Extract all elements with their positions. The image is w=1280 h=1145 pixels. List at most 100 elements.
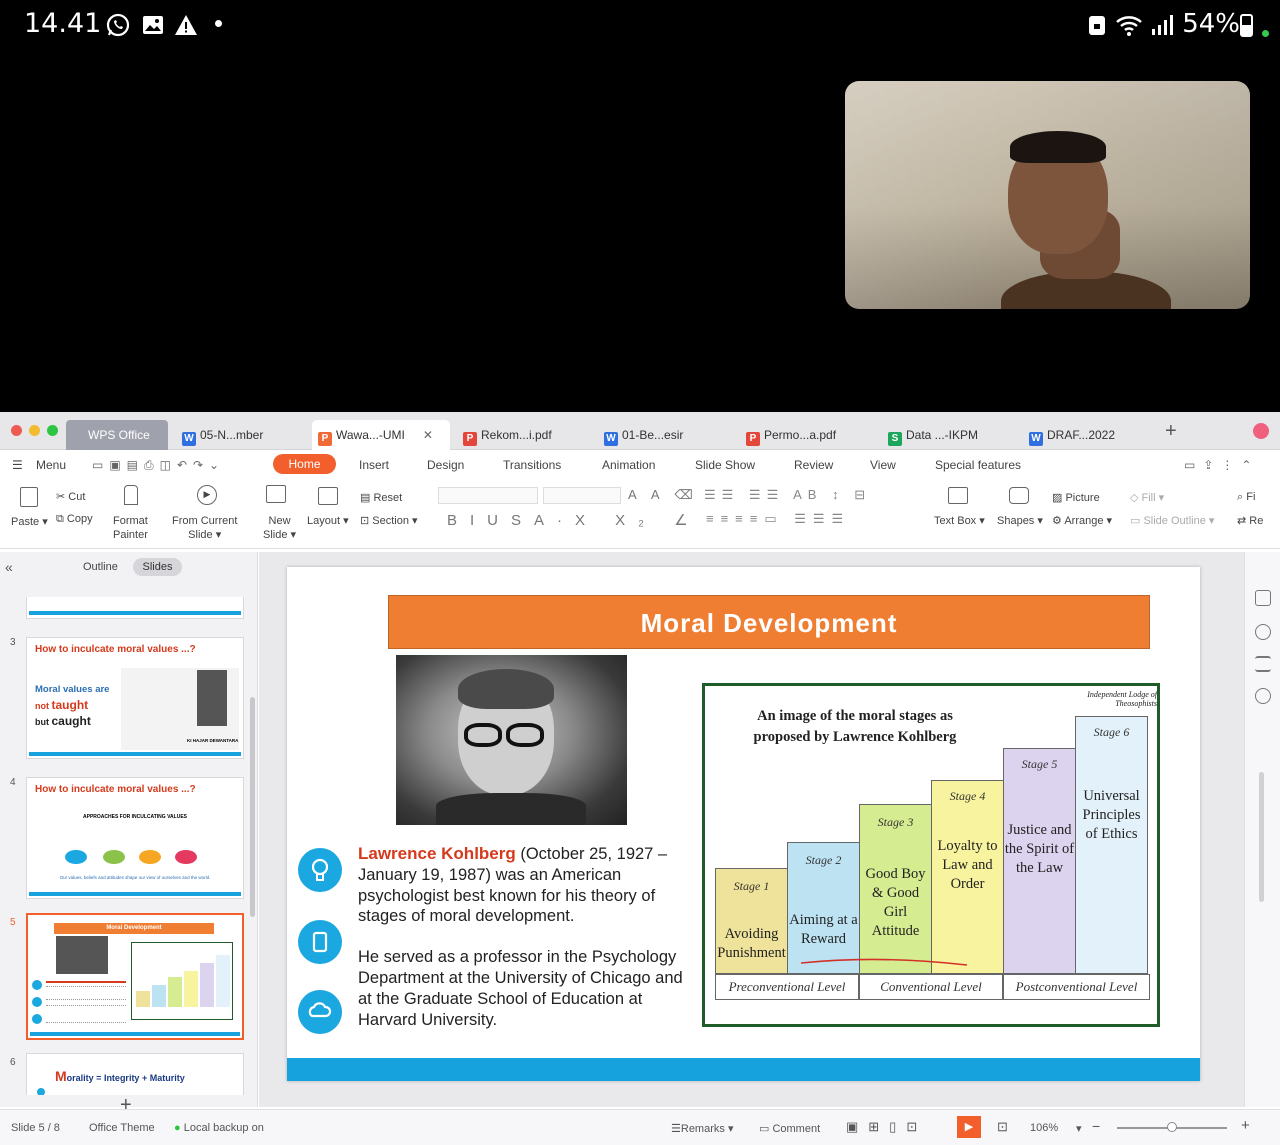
- signal-icon: [1152, 15, 1173, 35]
- diagram-caption-2: proposed by Lawrence Kohlberg: [753, 729, 957, 745]
- history-icon[interactable]: [1255, 688, 1271, 704]
- tab-slides[interactable]: Slides: [133, 558, 182, 576]
- tab-special-features[interactable]: Special features: [935, 458, 1021, 472]
- slide-5[interactable]: Moral Development Lawrence Kohlberg (Oct…: [287, 567, 1200, 1081]
- layout-button[interactable]: Layout ▾: [307, 514, 349, 527]
- section-button[interactable]: ⊡ Section ▾: [360, 514, 418, 527]
- zoom-in-icon[interactable]: +: [1241, 1117, 1250, 1134]
- tab-doc-2[interactable]: W 01-Be...esir: [598, 420, 683, 450]
- shapes-button[interactable]: Shapes ▾: [997, 514, 1043, 527]
- format-painter-button[interactable]: Format Painter: [113, 514, 148, 542]
- settings-sliders-icon[interactable]: [1255, 656, 1271, 672]
- paste-icon[interactable]: [20, 487, 38, 507]
- menu-button[interactable]: Menu: [36, 458, 66, 472]
- list-indent-icons[interactable]: ☰☰ ☰☰ AB ↕ ⊟: [704, 487, 871, 503]
- zoom-out-icon[interactable]: −: [1092, 1118, 1100, 1134]
- replace-button[interactable]: ⇄ Re: [1237, 514, 1263, 527]
- animation-icon[interactable]: [1255, 624, 1271, 640]
- tab-insert[interactable]: Insert: [359, 458, 389, 472]
- zoom-dropdown-icon[interactable]: ▾: [1076, 1122, 1082, 1135]
- copy-button[interactable]: ⧉ Copy: [56, 513, 93, 526]
- font-size-grow-shrink-icons[interactable]: A A ⌫: [628, 487, 699, 503]
- home-ribbon: Paste ▾ ✂ Cut ⧉ Copy Format Painter ▶ Fro…: [0, 479, 1280, 549]
- annotation-underline: [799, 957, 971, 971]
- thumb-title: Moral Development: [54, 923, 214, 934]
- from-current-slide-button[interactable]: From Current Slide ▾: [172, 514, 237, 542]
- tab-pdf-2[interactable]: P Permo...a.pdf: [740, 420, 836, 450]
- zoom-level[interactable]: 106%: [1030, 1122, 1058, 1134]
- text-box-icon[interactable]: [948, 487, 968, 504]
- comment-button[interactable]: ▭ Comment: [759, 1122, 820, 1135]
- thumb-text: but caught: [35, 714, 91, 728]
- thumb-circle: [103, 850, 125, 864]
- remarks-button[interactable]: ☰Remarks ▾: [671, 1122, 733, 1135]
- tab-slide-show[interactable]: Slide Show: [695, 458, 755, 472]
- fill-button[interactable]: ◇ Fill ▾: [1130, 491, 1164, 504]
- font-size-select[interactable]: [543, 487, 621, 504]
- collapse-panel-icon[interactable]: «: [5, 559, 13, 575]
- window-close-dot[interactable]: [11, 425, 22, 436]
- tab-doc-1[interactable]: W 05-N...mber: [176, 420, 263, 450]
- tab-review[interactable]: Review: [794, 458, 833, 472]
- reset-button[interactable]: ▤ Reset: [360, 491, 402, 504]
- tab-wps-office[interactable]: WPS Office: [66, 420, 168, 450]
- tab-pdf-1[interactable]: P Rekom...i.pdf: [457, 420, 552, 450]
- window-controls-icons[interactable]: ▭⇪⋮⌃: [1184, 458, 1259, 472]
- text-box-button[interactable]: Text Box ▾: [934, 514, 985, 527]
- paste-button[interactable]: Paste ▾: [11, 515, 48, 528]
- tab-presentation-active[interactable]: P Wawa...-UMI ✕: [312, 420, 450, 450]
- thumb-title: Morality = Integrity + Maturity: [55, 1068, 185, 1084]
- cut-button[interactable]: ✂ Cut: [56, 490, 85, 503]
- paragraph-align-icons[interactable]: ≡≡≡≡▭ ☰☰☰: [706, 511, 850, 527]
- shapes-icon[interactable]: [1009, 487, 1029, 504]
- vertical-scrollbar[interactable]: [1259, 772, 1264, 902]
- window-zoom-dot[interactable]: [47, 425, 58, 436]
- quick-access-icons[interactable]: ▭▣▤⎙◫↶↷⌄: [92, 458, 225, 473]
- tab-sheet-1[interactable]: S Data ...-IKPM: [882, 420, 978, 450]
- user-avatar[interactable]: [1253, 423, 1269, 439]
- stage-description: Universal Principles of Ethics: [1082, 788, 1141, 842]
- window-minimize-dot[interactable]: [29, 425, 40, 436]
- format-painter-icon[interactable]: [124, 485, 138, 505]
- layout-icon[interactable]: [318, 487, 338, 505]
- zoom-slider-thumb[interactable]: [1167, 1122, 1177, 1132]
- stage-description: Loyalty to Law and Order: [937, 838, 998, 892]
- tab-doc-3[interactable]: W DRAF...2022: [1023, 420, 1115, 450]
- picture-button[interactable]: ▨ Picture: [1052, 491, 1100, 504]
- tab-transitions[interactable]: Transitions: [503, 458, 561, 472]
- tab-animation[interactable]: Animation: [602, 458, 655, 472]
- thumb-circle: [139, 850, 161, 864]
- slide-thumb-3[interactable]: How to inculcate moral values ...? Moral…: [26, 637, 244, 759]
- slide-design-icon[interactable]: [1255, 590, 1271, 606]
- tab-view[interactable]: View: [870, 458, 896, 472]
- video-call-feed[interactable]: [845, 81, 1250, 309]
- slide-thumb-5-selected[interactable]: Moral Development: [26, 913, 244, 1040]
- find-button[interactable]: ⌕ Fi: [1237, 491, 1255, 504]
- play-slideshow-button[interactable]: ▶: [957, 1116, 981, 1138]
- view-mode-icons[interactable]: ▣⊞▯⊡: [846, 1119, 927, 1135]
- stage-description: Avoiding Punishment: [717, 926, 786, 961]
- tab-outline[interactable]: Outline: [83, 561, 118, 573]
- thumb-image: KI HAJAR DEWANTARA: [121, 668, 239, 750]
- close-tab-icon[interactable]: ✕: [423, 428, 433, 442]
- slide-thumb-4[interactable]: How to inculcate moral values ...? APPRO…: [26, 777, 244, 899]
- battery-level: 54%: [1182, 9, 1240, 39]
- font-name-select[interactable]: [438, 487, 538, 504]
- slide-thumb-6[interactable]: Morality = Integrity + Maturity: [26, 1053, 244, 1095]
- backup-status[interactable]: ● Local backup on: [174, 1122, 264, 1134]
- arrange-button[interactable]: ⚙ Arrange ▾: [1052, 514, 1112, 527]
- menu-bar: ☰ Menu ▭▣▤⎙◫↶↷⌄ Home Insert Design Trans…: [0, 451, 1280, 479]
- tab-home[interactable]: Home: [273, 454, 336, 474]
- slide-outline-button[interactable]: ▭ Slide Outline ▾: [1130, 514, 1214, 527]
- play-from-current-icon[interactable]: ▶: [197, 485, 217, 505]
- text-format-icons[interactable]: BIUSA·X X₂ ∠: [447, 511, 701, 529]
- panel-scrollbar[interactable]: [250, 697, 255, 917]
- thumb-subtitle: APPROACHES FOR INCULCATING VALUES: [83, 814, 187, 820]
- new-slide-icon[interactable]: [266, 485, 286, 503]
- new-slide-button[interactable]: New Slide ▾: [263, 514, 296, 542]
- slide-thumb-2[interactable]: [26, 597, 244, 619]
- new-tab-plus-icon[interactable]: +: [1165, 420, 1177, 443]
- hamburger-icon[interactable]: ☰: [12, 458, 23, 472]
- fit-window-icon[interactable]: ⊡: [997, 1119, 1008, 1135]
- tab-design[interactable]: Design: [427, 458, 464, 472]
